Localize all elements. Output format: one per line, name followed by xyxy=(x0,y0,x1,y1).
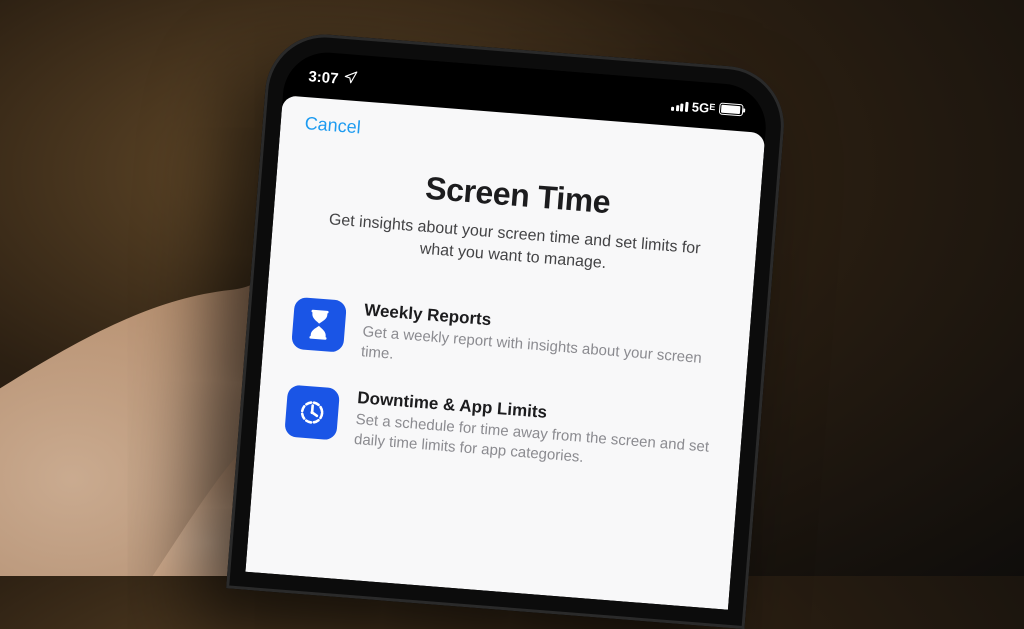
phone-screen: 3:07 5GE Cancel Screen Time Get insights… xyxy=(245,49,769,609)
cancel-button[interactable]: Cancel xyxy=(302,111,362,138)
hourglass-icon xyxy=(291,297,347,353)
modal-sheet: Cancel Screen Time Get insights about yo… xyxy=(245,95,765,610)
status-time: 3:07 xyxy=(308,68,339,87)
feature-weekly-reports: Weekly Reports Get a weekly report with … xyxy=(290,295,720,390)
signal-bars-icon xyxy=(671,99,688,111)
feature-list: Weekly Reports Get a weekly report with … xyxy=(275,294,727,504)
phone-frame: 3:07 5GE Cancel Screen Time Get insights… xyxy=(226,30,788,629)
clock-progress-icon xyxy=(284,385,340,441)
feature-downtime-app-limits: Downtime & App Limits Set a schedule for… xyxy=(283,383,713,478)
network-type: 5GE xyxy=(691,99,715,116)
battery-icon xyxy=(719,103,744,117)
location-icon xyxy=(343,70,358,89)
